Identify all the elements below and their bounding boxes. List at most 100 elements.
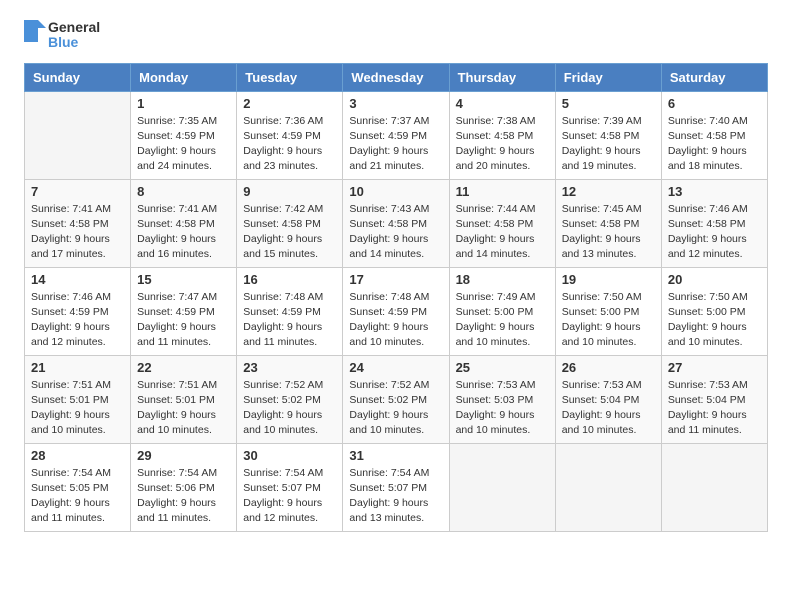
day-info: Sunrise: 7:51 AMSunset: 5:01 PMDaylight:…	[31, 378, 124, 439]
day-info: Sunrise: 7:46 AMSunset: 4:59 PMDaylight:…	[31, 290, 124, 351]
day-info: Sunrise: 7:52 AMSunset: 5:02 PMDaylight:…	[243, 378, 336, 439]
day-number: 26	[562, 360, 655, 375]
calendar-cell: 8 Sunrise: 7:41 AMSunset: 4:58 PMDaylight…	[131, 179, 237, 267]
day-info: Sunrise: 7:40 AMSunset: 4:58 PMDaylight:…	[668, 114, 761, 175]
calendar-cell	[555, 443, 661, 531]
calendar-cell: 25 Sunrise: 7:53 AMSunset: 5:03 PMDayligh…	[449, 355, 555, 443]
week-row-2: 7 Sunrise: 7:41 AMSunset: 4:58 PMDaylight…	[25, 179, 768, 267]
calendar-cell: 10 Sunrise: 7:43 AMSunset: 4:58 PMDayligh…	[343, 179, 449, 267]
calendar-cell: 22 Sunrise: 7:51 AMSunset: 5:01 PMDayligh…	[131, 355, 237, 443]
day-number: 29	[137, 448, 230, 463]
calendar-cell: 6Sunrise: 7:40 AMSunset: 4:58 PMDaylight…	[661, 91, 767, 179]
day-info: Sunrise: 7:41 AMSunset: 4:58 PMDaylight:…	[137, 202, 230, 263]
day-number: 28	[31, 448, 124, 463]
logo-area: GeneralBlue	[24, 20, 100, 51]
day-number: 20	[668, 272, 761, 287]
week-row-4: 21Sunrise: 7:51 AMSunset: 5:01 PMDayligh…	[25, 355, 768, 443]
day-info: Sunrise: 7:48 AMSunset: 4:59 PMDaylight:…	[243, 290, 336, 351]
calendar-cell: 12Sunrise: 7:45 AMSunset: 4:58 PMDayligh…	[555, 179, 661, 267]
calendar-cell: 26Sunrise: 7:53 AMSunset: 5:04 PMDayligh…	[555, 355, 661, 443]
header-day-monday: Monday	[131, 63, 237, 91]
day-info: Sunrise: 7:38 AMSunset: 4:58 PMDaylight:…	[456, 114, 549, 175]
day-number: 23	[243, 360, 336, 375]
header-day-friday: Friday	[555, 63, 661, 91]
day-number: 8	[137, 184, 230, 199]
day-info: Sunrise: 7:48 AMSunset: 4:59 PMDaylight:…	[349, 290, 442, 351]
calendar-cell	[661, 443, 767, 531]
day-info: Sunrise: 7:54 AMSunset: 5:05 PMDaylight:…	[31, 466, 124, 527]
day-info: Sunrise: 7:50 AMSunset: 5:00 PMDaylight:…	[668, 290, 761, 351]
calendar-cell: 30 Sunrise: 7:54 AMSunset: 5:07 PMDayligh…	[237, 443, 343, 531]
day-info: Sunrise: 7:54 AMSunset: 5:07 PMDaylight:…	[349, 466, 442, 527]
day-info: Sunrise: 7:52 AMSunset: 5:02 PMDaylight:…	[349, 378, 442, 439]
day-info: Sunrise: 7:39 AMSunset: 4:58 PMDaylight:…	[562, 114, 655, 175]
day-info: Sunrise: 7:53 AMSunset: 5:04 PMDaylight:…	[668, 378, 761, 439]
day-number: 22	[137, 360, 230, 375]
page-header: GeneralBlue	[24, 20, 768, 51]
calendar-cell: 3 Sunrise: 7:37 AMSunset: 4:59 PMDaylight…	[343, 91, 449, 179]
day-info: Sunrise: 7:51 AMSunset: 5:01 PMDaylight:…	[137, 378, 230, 439]
day-info: Sunrise: 7:49 AMSunset: 5:00 PMDaylight:…	[456, 290, 549, 351]
day-number: 5	[562, 96, 655, 111]
day-info: Sunrise: 7:43 AMSunset: 4:58 PMDaylight:…	[349, 202, 442, 263]
logo: GeneralBlue	[24, 20, 100, 51]
week-row-1: 1 Sunrise: 7:35 AMSunset: 4:59 PMDaylight…	[25, 91, 768, 179]
calendar-cell: 21Sunrise: 7:51 AMSunset: 5:01 PMDayligh…	[25, 355, 131, 443]
day-number: 2	[243, 96, 336, 111]
calendar-cell: 7 Sunrise: 7:41 AMSunset: 4:58 PMDaylight…	[25, 179, 131, 267]
calendar-cell: 31 Sunrise: 7:54 AMSunset: 5:07 PMDayligh…	[343, 443, 449, 531]
day-number: 11	[456, 184, 549, 199]
day-info: Sunrise: 7:42 AMSunset: 4:58 PMDaylight:…	[243, 202, 336, 263]
day-number: 15	[137, 272, 230, 287]
calendar-cell: 13 Sunrise: 7:46 AMSunset: 4:58 PMDayligh…	[661, 179, 767, 267]
day-info: Sunrise: 7:54 AMSunset: 5:06 PMDaylight:…	[137, 466, 230, 527]
calendar-cell: 15 Sunrise: 7:47 AMSunset: 4:59 PMDayligh…	[131, 267, 237, 355]
day-info: Sunrise: 7:41 AMSunset: 4:58 PMDaylight:…	[31, 202, 124, 263]
calendar-cell: 23 Sunrise: 7:52 AMSunset: 5:02 PMDayligh…	[237, 355, 343, 443]
calendar-header-row: SundayMondayTuesdayWednesdayThursdayFrid…	[25, 63, 768, 91]
day-info: Sunrise: 7:53 AMSunset: 5:03 PMDaylight:…	[456, 378, 549, 439]
day-number: 1	[137, 96, 230, 111]
day-number: 18	[456, 272, 549, 287]
day-info: Sunrise: 7:50 AMSunset: 5:00 PMDaylight:…	[562, 290, 655, 351]
day-info: Sunrise: 7:47 AMSunset: 4:59 PMDaylight:…	[137, 290, 230, 351]
calendar-cell: 24 Sunrise: 7:52 AMSunset: 5:02 PMDayligh…	[343, 355, 449, 443]
week-row-3: 14 Sunrise: 7:46 AMSunset: 4:59 PMDayligh…	[25, 267, 768, 355]
day-number: 13	[668, 184, 761, 199]
day-info: Sunrise: 7:36 AMSunset: 4:59 PMDaylight:…	[243, 114, 336, 175]
day-info: Sunrise: 7:35 AMSunset: 4:59 PMDaylight:…	[137, 114, 230, 175]
calendar-cell: 4 Sunrise: 7:38 AMSunset: 4:58 PMDaylight…	[449, 91, 555, 179]
day-number: 14	[31, 272, 124, 287]
day-number: 31	[349, 448, 442, 463]
day-info: Sunrise: 7:37 AMSunset: 4:59 PMDaylight:…	[349, 114, 442, 175]
calendar-cell: 17 Sunrise: 7:48 AMSunset: 4:59 PMDayligh…	[343, 267, 449, 355]
calendar-cell: 18 Sunrise: 7:49 AMSunset: 5:00 PMDayligh…	[449, 267, 555, 355]
calendar-cell: 27Sunrise: 7:53 AMSunset: 5:04 PMDayligh…	[661, 355, 767, 443]
calendar-cell: 14 Sunrise: 7:46 AMSunset: 4:59 PMDayligh…	[25, 267, 131, 355]
header-day-sunday: Sunday	[25, 63, 131, 91]
calendar-cell: 28 Sunrise: 7:54 AMSunset: 5:05 PMDayligh…	[25, 443, 131, 531]
day-info: Sunrise: 7:54 AMSunset: 5:07 PMDaylight:…	[243, 466, 336, 527]
calendar-cell	[25, 91, 131, 179]
day-number: 7	[31, 184, 124, 199]
calendar-cell: 19 Sunrise: 7:50 AMSunset: 5:00 PMDayligh…	[555, 267, 661, 355]
day-number: 10	[349, 184, 442, 199]
calendar-cell	[449, 443, 555, 531]
day-info: Sunrise: 7:46 AMSunset: 4:58 PMDaylight:…	[668, 202, 761, 263]
day-number: 17	[349, 272, 442, 287]
day-number: 16	[243, 272, 336, 287]
calendar-cell: 9Sunrise: 7:42 AMSunset: 4:58 PMDaylight…	[237, 179, 343, 267]
calendar-cell: 20 Sunrise: 7:50 AMSunset: 5:00 PMDayligh…	[661, 267, 767, 355]
day-number: 3	[349, 96, 442, 111]
calendar-cell: 1 Sunrise: 7:35 AMSunset: 4:59 PMDaylight…	[131, 91, 237, 179]
header-day-thursday: Thursday	[449, 63, 555, 91]
day-number: 30	[243, 448, 336, 463]
calendar-cell: 29 Sunrise: 7:54 AMSunset: 5:06 PMDayligh…	[131, 443, 237, 531]
day-number: 4	[456, 96, 549, 111]
header-day-saturday: Saturday	[661, 63, 767, 91]
day-info: Sunrise: 7:44 AMSunset: 4:58 PMDaylight:…	[456, 202, 549, 263]
day-number: 25	[456, 360, 549, 375]
day-number: 24	[349, 360, 442, 375]
calendar-cell: 2 Sunrise: 7:36 AMSunset: 4:59 PMDaylight…	[237, 91, 343, 179]
day-number: 19	[562, 272, 655, 287]
